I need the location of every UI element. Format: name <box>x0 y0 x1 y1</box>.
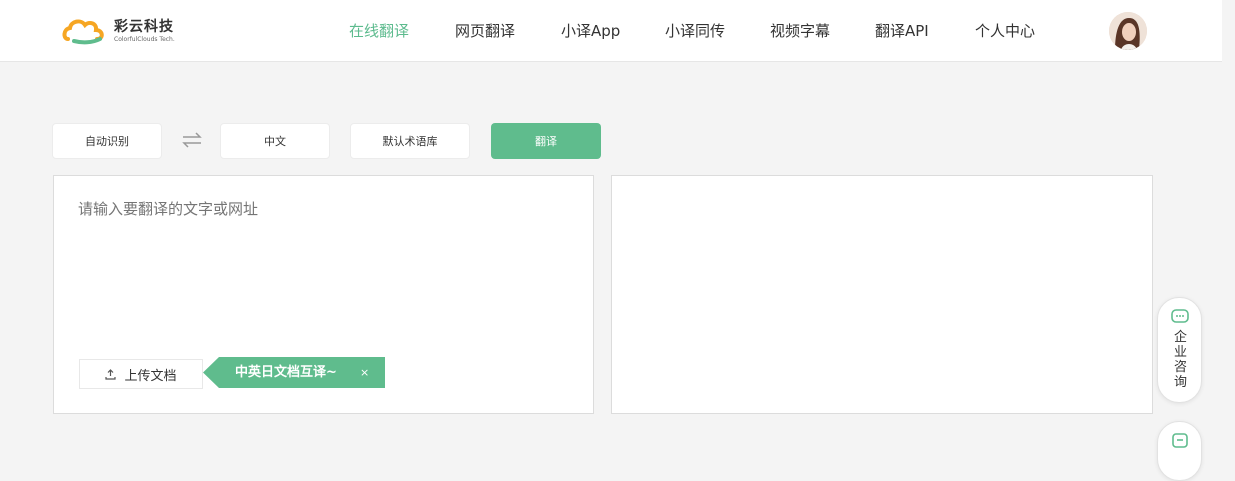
language-tag-text: 中英日文档互译~ <box>235 365 337 380</box>
nav-web-translate[interactable]: 网页翻译 <box>455 0 515 62</box>
nav-online-translate[interactable]: 在线翻译 <box>349 0 409 62</box>
cloud-logo-icon <box>62 19 104 45</box>
user-avatar[interactable] <box>1109 12 1147 50</box>
consult-label: 企业咨询 <box>1173 330 1187 390</box>
user-avatar-icon <box>1109 12 1147 50</box>
brand-tagline: ColorfulClouds Tech. <box>114 35 175 43</box>
brand-text: 彩云科技 ColorfulClouds Tech. <box>114 19 175 44</box>
translate-button[interactable]: 翻译 <box>491 123 601 159</box>
brand-logo[interactable]: 彩云科技 ColorfulClouds Tech. <box>62 12 212 50</box>
result-panel <box>611 175 1153 414</box>
nav-personal-center[interactable]: 个人中心 <box>975 0 1035 62</box>
enterprise-consult-button[interactable]: 企业咨询 <box>1157 297 1202 403</box>
glossary-select[interactable]: 默认术语库 <box>350 123 470 159</box>
upload-label: 上传文档 <box>124 368 177 384</box>
nav-simultaneous[interactable]: 小译同传 <box>665 0 725 62</box>
language-promo-tag[interactable]: 中英日文档互译~ × <box>203 357 385 388</box>
target-language-select[interactable]: 中文 <box>220 123 330 159</box>
nav-translate-api[interactable]: 翻译API <box>875 0 929 62</box>
source-language-select[interactable]: 自动识别 <box>52 123 162 159</box>
nav-video-subtitles[interactable]: 视频字幕 <box>770 0 830 62</box>
swap-arrows-icon[interactable] <box>180 128 204 152</box>
close-icon[interactable]: × <box>360 357 369 388</box>
source-text-input[interactable] <box>78 200 568 218</box>
chat-bubble-icon <box>1171 309 1189 323</box>
upload-icon <box>105 368 117 380</box>
source-panel: 上传文档 中英日文档互译~ × <box>53 175 594 414</box>
upload-document-button[interactable]: 上传文档 <box>79 359 203 389</box>
message-icon <box>1172 433 1188 448</box>
nav-xiaoyi-app[interactable]: 小译App <box>561 0 620 62</box>
brand-name: 彩云科技 <box>114 18 174 35</box>
secondary-float-button[interactable] <box>1157 421 1202 481</box>
top-header: 彩云科技 ColorfulClouds Tech. 在线翻译 网页翻译 小译Ap… <box>0 0 1222 62</box>
